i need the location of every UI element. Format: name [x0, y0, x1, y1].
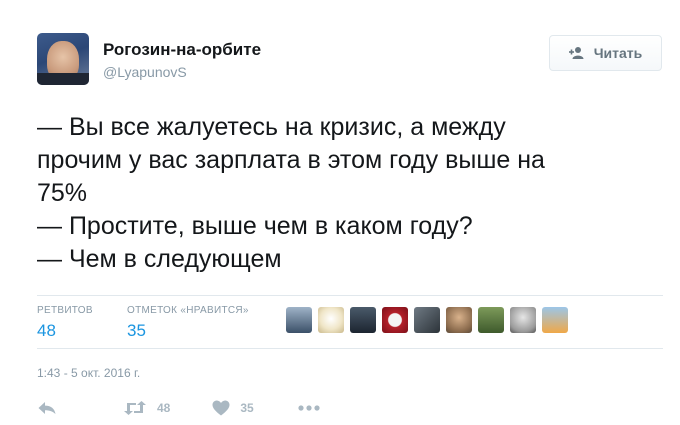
action-bar: 48 35 [37, 398, 320, 418]
likes-label: ОТМЕТОК «НРАВИТСЯ» [127, 305, 249, 316]
liker-avatar[interactable] [318, 307, 344, 333]
reply-button[interactable] [37, 401, 57, 415]
divider-top [37, 295, 663, 296]
liker-avatar[interactable] [446, 307, 472, 333]
tweet-timestamp[interactable]: 1:43 - 5 окт. 2016 г. [37, 366, 140, 380]
follow-label: Читать [593, 45, 643, 61]
like-button[interactable]: 35 [212, 400, 254, 416]
tweet-line: прочим у вас зарплата в этом году выше н… [37, 146, 545, 174]
liker-avatar[interactable] [542, 307, 568, 333]
user-handle[interactable]: @LyapunovS [103, 64, 187, 80]
follow-person-plus-icon [568, 47, 584, 59]
retweet-action-count: 48 [157, 401, 171, 415]
reply-icon [38, 402, 56, 414]
tweet-line: — Простите, выше чем в каком году? [37, 212, 473, 240]
likers-avatars [286, 307, 568, 333]
tweet-text: — Вы все жалуетесь на кризис, а между пр… [37, 111, 657, 276]
liker-avatar[interactable] [286, 307, 312, 333]
follow-button[interactable]: Читать [549, 35, 662, 71]
divider-bottom [37, 348, 663, 349]
like-action-count: 35 [240, 401, 254, 415]
more-dots-icon [298, 405, 320, 411]
liker-avatar[interactable] [510, 307, 536, 333]
retweets-stat[interactable]: РЕТВИТОВ 48 [37, 305, 93, 341]
heart-icon [212, 400, 230, 416]
avatar[interactable] [37, 33, 89, 85]
tweet-line: — Вы все жалуетесь на кризис, а между [37, 113, 506, 141]
tweet-line: — Чем в следующем [37, 245, 282, 273]
retweet-button[interactable]: 48 [123, 401, 170, 415]
retweets-label: РЕТВИТОВ [37, 305, 93, 316]
liker-avatar[interactable] [382, 307, 408, 333]
avatar-suit [37, 73, 89, 85]
liker-avatar[interactable] [350, 307, 376, 333]
likes-stat[interactable]: ОТМЕТОК «НРАВИТСЯ» 35 [127, 305, 249, 341]
display-name[interactable]: Рогозин-на-орбите [103, 40, 261, 60]
retweet-icon [124, 401, 146, 415]
tweet-card: Рогозин-на-орбите @LyapunovS Читать — Вы… [0, 0, 680, 425]
liker-avatar[interactable] [478, 307, 504, 333]
liker-avatar[interactable] [414, 307, 440, 333]
retweets-count[interactable]: 48 [37, 321, 93, 341]
tweet-line: 75% [37, 179, 88, 207]
more-button[interactable] [298, 405, 320, 411]
likes-count[interactable]: 35 [127, 321, 249, 341]
